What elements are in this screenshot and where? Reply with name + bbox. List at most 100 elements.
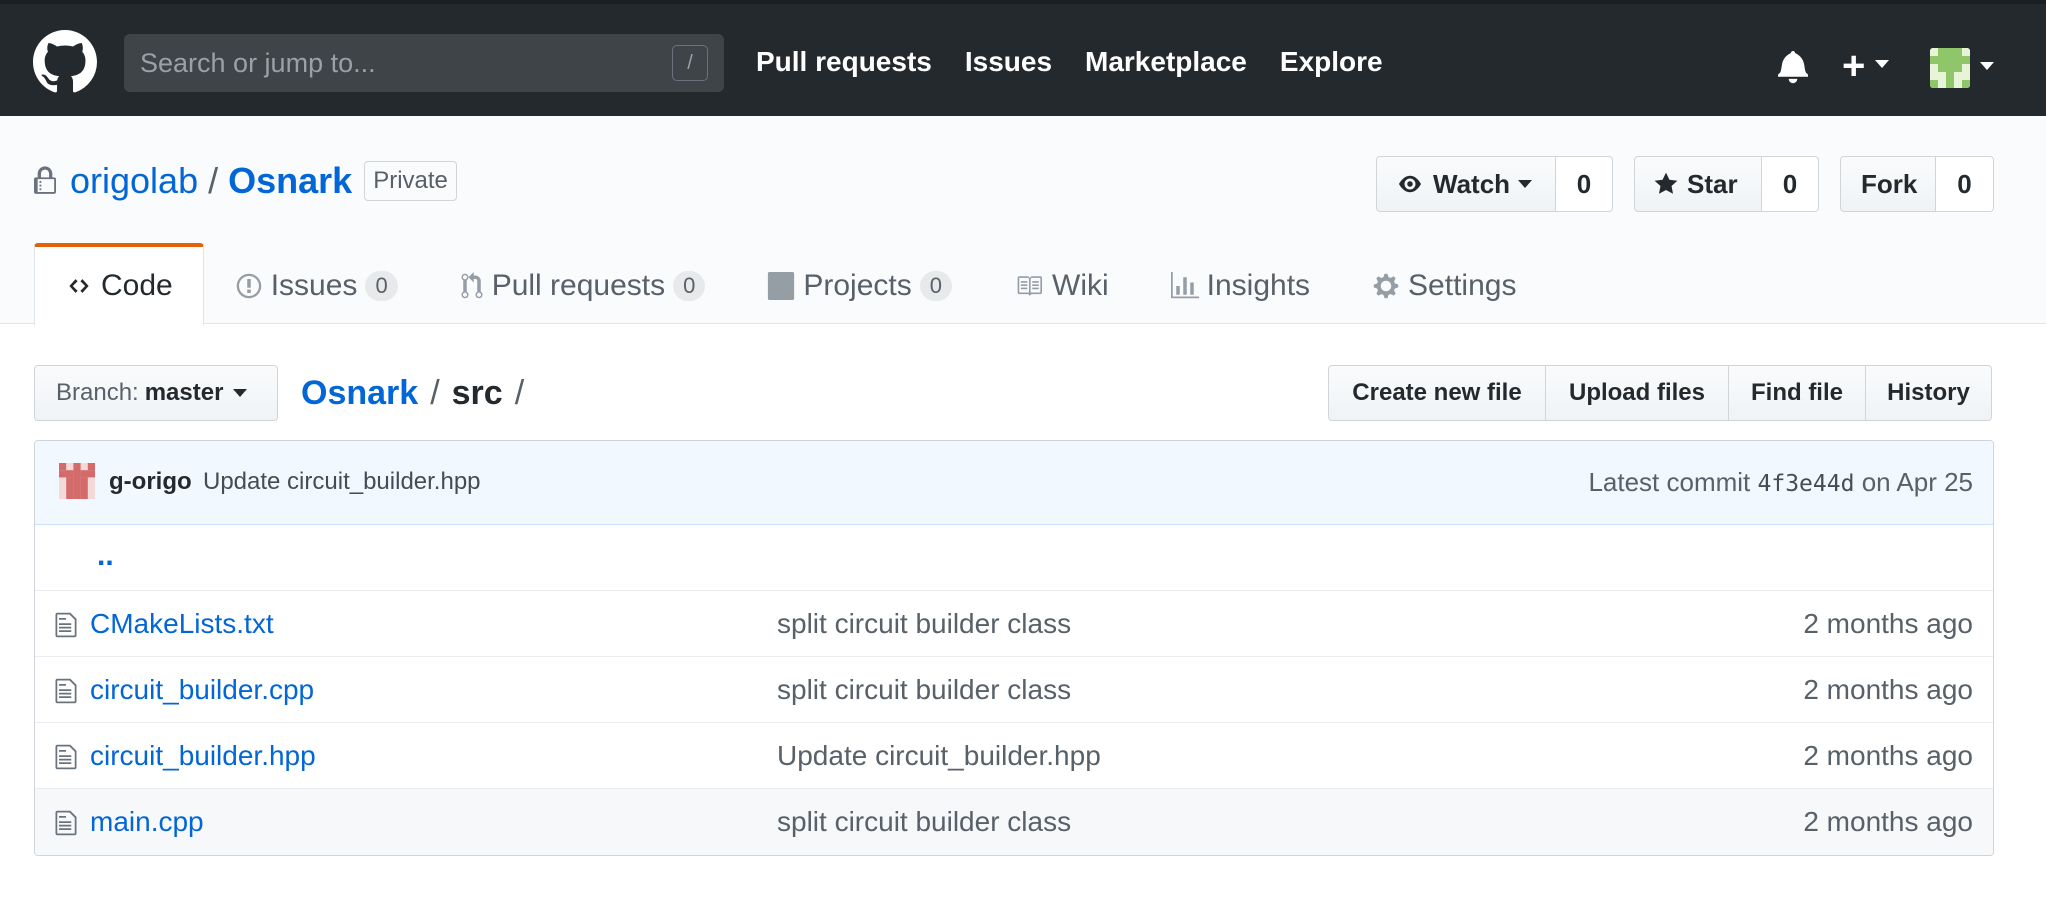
latest-commit-info: Latest commit 4f3e44d on Apr 25 — [1588, 467, 1973, 498]
upload-files-button[interactable]: Upload files — [1545, 365, 1729, 421]
repo-header: origolab / Osnark Private Watch 0 Star 0… — [0, 116, 2046, 326]
avatar[interactable] — [1930, 48, 1970, 88]
file-commit-message-link[interactable]: split circuit builder class — [777, 806, 1071, 838]
breadcrumb-current-dir: src — [451, 373, 503, 412]
file-age: 2 months ago — [1803, 806, 1973, 837]
tab-wiki-label: Wiki — [1052, 268, 1109, 302]
parent-directory-row: .. — [35, 525, 1993, 591]
star-button[interactable]: Star — [1634, 156, 1762, 212]
tab-pull-requests-count: 0 — [673, 270, 706, 301]
repo-title: origolab / Osnark Private — [34, 160, 457, 202]
chevron-down-icon[interactable] — [1980, 62, 1994, 70]
file-listing: g-origo Update circuit_builder.hpp Lates… — [34, 440, 1994, 856]
global-header: Search or jump to... / Pull requests Iss… — [0, 0, 2046, 116]
star-group: Star 0 — [1634, 156, 1819, 212]
file-icon — [55, 744, 77, 770]
tab-projects-count: 0 — [919, 270, 952, 301]
file-age: 2 months ago — [1803, 674, 1973, 705]
table-row: circuit_builder.cpp split circuit builde… — [35, 657, 1993, 723]
code-icon — [69, 279, 89, 293]
latest-commit-label: Latest commit — [1588, 467, 1751, 497]
tab-code[interactable]: Code — [34, 243, 204, 326]
nav-pull-requests[interactable]: Pull requests — [756, 46, 932, 78]
fork-group: Fork 0 — [1840, 156, 1994, 212]
table-row: CMakeLists.txt split circuit builder cla… — [35, 591, 1993, 657]
branch-prefix: Branch: — [56, 379, 139, 406]
file-age: 2 months ago — [1803, 740, 1973, 771]
chevron-down-icon — [233, 389, 248, 397]
create-new-file-button[interactable]: Create new file — [1328, 365, 1546, 421]
fork-label: Fork — [1861, 168, 1918, 199]
branch-select-button[interactable]: Branch: master — [34, 365, 278, 421]
nav-explore[interactable]: Explore — [1280, 46, 1383, 78]
commit-message-link[interactable]: Update circuit_builder.hpp — [203, 468, 481, 496]
tab-settings[interactable]: Settings — [1341, 243, 1547, 325]
star-label: Star — [1687, 168, 1738, 199]
tab-insights-label: Insights — [1206, 268, 1311, 302]
graph-icon — [1170, 271, 1199, 298]
tab-projects-label: Projects — [803, 268, 912, 302]
repo-name-link[interactable]: Osnark — [228, 160, 352, 202]
search-placeholder: Search or jump to... — [140, 48, 376, 78]
file-commit-message-link[interactable]: split circuit builder class — [777, 674, 1071, 706]
file-icon — [55, 810, 77, 836]
file-age: 2 months ago — [1803, 608, 1973, 639]
watch-label: Watch — [1433, 168, 1511, 199]
commit-sha-link[interactable]: 4f3e44d — [1758, 471, 1855, 497]
file-name-link[interactable]: circuit_builder.cpp — [90, 674, 314, 706]
watch-button[interactable]: Watch — [1376, 156, 1556, 212]
plus-icon: + — [1842, 44, 1866, 88]
top-nav: Pull requests Issues Marketplace Explore — [756, 4, 1416, 120]
breadcrumb-separator: / — [514, 373, 525, 412]
repo-tabs: Code Issues 0 Pull requests 0 Projects 0 — [34, 243, 1547, 326]
breadcrumb: Osnark / src / — [301, 370, 536, 416]
repo-owner-link[interactable]: origolab — [70, 160, 198, 202]
branch-name: master — [144, 379, 224, 406]
tab-code-label: Code — [101, 269, 173, 302]
fork-button[interactable]: Fork — [1840, 156, 1936, 212]
file-commit-message-link[interactable]: Update circuit_builder.hpp — [777, 740, 1101, 772]
star-count[interactable]: 0 — [1762, 156, 1819, 212]
avatar[interactable] — [59, 463, 95, 499]
nav-issues[interactable]: Issues — [965, 46, 1052, 78]
search-input[interactable]: Search or jump to... / — [124, 34, 724, 92]
tab-projects[interactable]: Projects 0 — [736, 243, 983, 325]
github-logo-icon[interactable] — [33, 30, 97, 94]
find-file-button[interactable]: Find file — [1728, 365, 1866, 421]
bell-icon[interactable] — [1778, 48, 1808, 84]
tab-wiki[interactable]: Wiki — [983, 243, 1140, 325]
tab-insights[interactable]: Insights — [1140, 243, 1341, 325]
file-actions-group: Create new file Upload files Find file H… — [1328, 365, 1992, 421]
eye-icon — [1399, 175, 1421, 193]
history-button[interactable]: History — [1865, 365, 1992, 421]
commit-author-link[interactable]: g-origo — [109, 468, 192, 496]
file-name-link[interactable]: main.cpp — [90, 806, 204, 838]
fork-count[interactable]: 0 — [1936, 156, 1994, 212]
create-new-dropdown[interactable]: + — [1842, 46, 1890, 86]
watch-count[interactable]: 0 — [1556, 156, 1613, 212]
nav-marketplace[interactable]: Marketplace — [1085, 46, 1247, 78]
tab-issues-label: Issues — [270, 268, 358, 302]
file-name-link[interactable]: CMakeLists.txt — [90, 608, 274, 640]
issue-icon — [236, 273, 261, 298]
tab-pull-requests-label: Pull requests — [491, 268, 666, 302]
tab-issues-count: 0 — [365, 270, 398, 301]
file-commit-message-link[interactable]: split circuit builder class — [777, 608, 1071, 640]
search-shortcut-hint: / — [672, 45, 708, 81]
commit-tease: g-origo Update circuit_builder.hpp Lates… — [35, 441, 1993, 525]
chevron-down-icon — [1875, 60, 1890, 69]
identicon-avatar — [1930, 48, 1970, 88]
parent-directory-link[interactable]: .. — [97, 539, 114, 573]
project-icon — [768, 271, 795, 300]
breadcrumb-separator: / — [430, 373, 440, 412]
tab-pull-requests[interactable]: Pull requests 0 — [429, 243, 737, 325]
private-badge: Private — [364, 161, 457, 201]
lock-icon — [34, 166, 56, 194]
repo-title-separator: / — [208, 160, 219, 201]
tab-issues[interactable]: Issues 0 — [204, 243, 429, 325]
gear-icon — [1373, 273, 1399, 298]
tab-settings-label: Settings — [1408, 268, 1517, 302]
file-name-link[interactable]: circuit_builder.hpp — [90, 740, 316, 772]
table-row: circuit_builder.hpp Update circuit_build… — [35, 723, 1993, 789]
breadcrumb-root-link[interactable]: Osnark — [301, 374, 418, 413]
